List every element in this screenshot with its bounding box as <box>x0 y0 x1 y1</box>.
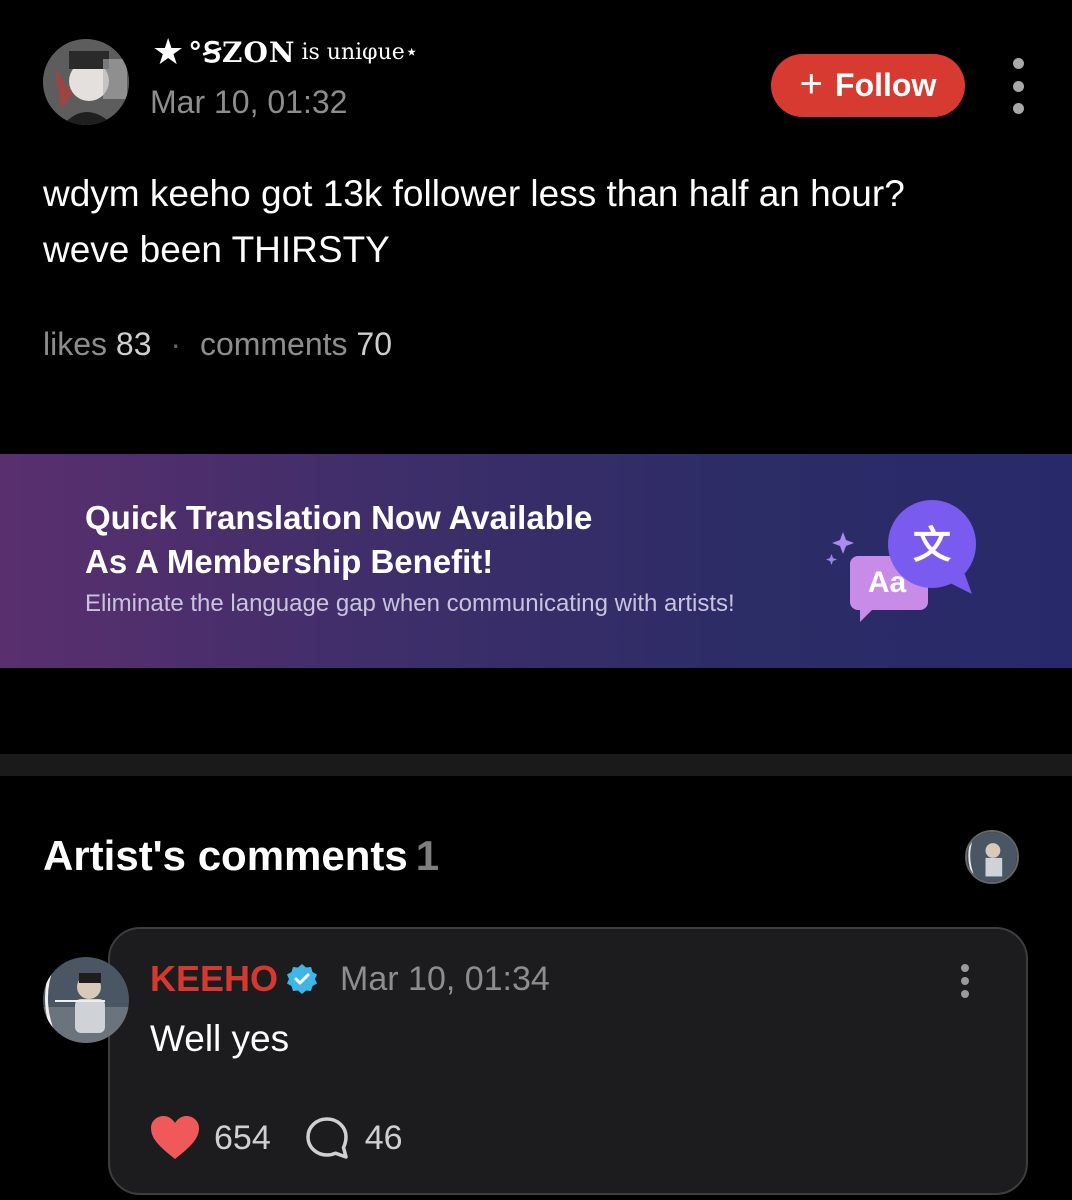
author-username[interactable]: °ꞨZON <box>188 36 295 69</box>
stats-separator: · <box>170 326 182 362</box>
translate-icon-cjk: 文 <box>913 523 951 567</box>
author-avatar[interactable] <box>43 39 129 125</box>
artist-comments-count: 1 <box>415 832 440 879</box>
comment-more-icon[interactable] <box>958 964 972 998</box>
star-icon: ★ <box>152 31 185 72</box>
likes-count: 83 <box>115 326 152 362</box>
section-divider <box>0 754 1072 776</box>
follow-button[interactable]: + Follow <box>771 54 965 117</box>
translate-icon: Aa 文 <box>826 500 976 622</box>
artist-comments-title: Artist's comments <box>43 832 408 879</box>
artist-avatar[interactable] <box>43 957 129 1043</box>
post-body: wdym keeho got 13k follower less than ha… <box>43 166 1033 278</box>
comments-label: comments <box>199 326 348 362</box>
artist-avatar-small[interactable] <box>965 830 1019 884</box>
comment-header: KEEHO Mar 10, 01:34 <box>150 958 550 1000</box>
comment-actions: 654 46 <box>150 1114 403 1162</box>
comments-count: 70 <box>356 326 393 362</box>
comment-text: Well yes <box>150 1018 290 1059</box>
post-stats: likes 83 · comments 70 <box>43 326 392 363</box>
banner-title: Quick Translation Now Available As A Mem… <box>85 496 725 584</box>
comment-reply-count: 46 <box>364 1118 403 1157</box>
follow-label: Follow <box>835 67 937 103</box>
author-username-suffix: is uniφue⋆ <box>301 39 419 65</box>
verified-badge-icon <box>287 964 318 994</box>
artist-name[interactable]: KEEHO <box>150 958 278 1000</box>
heart-icon[interactable] <box>150 1115 200 1161</box>
banner-subtitle: Eliminate the language gap when communic… <box>85 590 735 617</box>
reply-bubble-icon[interactable] <box>305 1116 349 1160</box>
author-name-row[interactable]: ★ °ꞨZON is uniφue⋆ <box>152 32 419 72</box>
post-body-line: weve been THIRSTY <box>43 229 390 270</box>
banner-title-line: Quick Translation Now Available <box>85 499 593 536</box>
comment-date: Mar 10, 01:34 <box>340 959 550 998</box>
banner-title-line: As A Membership Benefit! <box>85 543 494 580</box>
post-date: Mar 10, 01:32 <box>150 84 348 120</box>
plus-icon: + <box>799 61 824 106</box>
likes-label: likes <box>43 326 108 362</box>
post-body-line: wdym keeho got 13k follower less than ha… <box>43 173 905 214</box>
artist-comments-heading: Artist's comments 1 <box>43 832 439 880</box>
more-options-icon[interactable] <box>1004 58 1032 114</box>
translate-icon-latin: Aa <box>868 566 907 599</box>
comment-like-count: 654 <box>214 1118 271 1157</box>
